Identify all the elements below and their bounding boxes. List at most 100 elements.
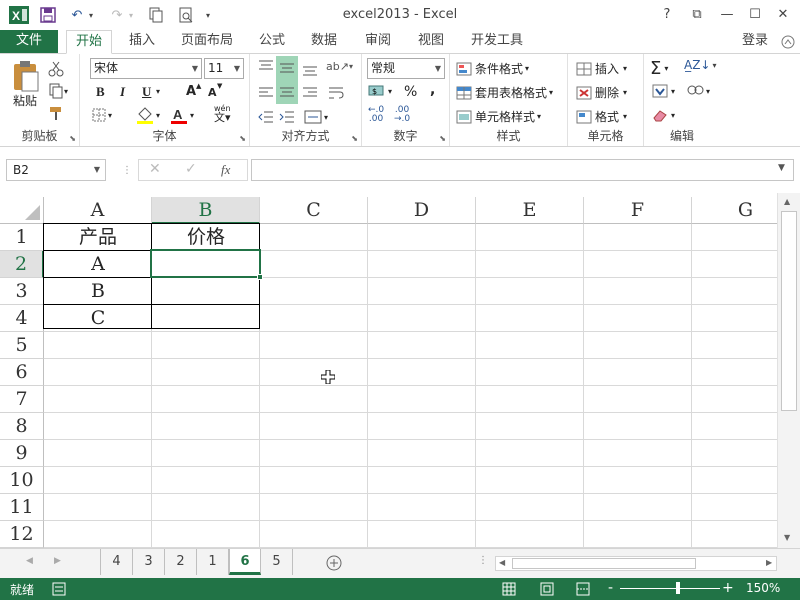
comma-style-button[interactable]: , (430, 82, 435, 98)
column-header-f[interactable]: F (584, 197, 692, 224)
grid-cell[interactable] (476, 359, 584, 386)
borders-icon[interactable]: ▾ (92, 108, 112, 122)
sheet-tab-4[interactable]: 4 (101, 549, 133, 575)
insert-function-button[interactable]: fx (221, 162, 230, 178)
grid-cell[interactable] (368, 386, 476, 413)
grid-cell[interactable] (44, 332, 152, 359)
grid-cell[interactable] (152, 359, 260, 386)
increase-decimal-button[interactable]: ←.0.00 (368, 106, 384, 124)
decrease-indent-icon[interactable] (258, 110, 274, 124)
grid-cell[interactable] (260, 359, 368, 386)
insert-cells-button[interactable]: 插入 ▾ (576, 60, 627, 77)
tab-file[interactable]: 文件 (0, 30, 58, 54)
row-header-9[interactable]: 9 (0, 440, 44, 467)
column-header-d[interactable]: D (368, 197, 476, 224)
grid-cell[interactable] (476, 278, 584, 305)
tab-developer[interactable]: 开发工具 (466, 30, 528, 54)
worksheet-grid[interactable]: A B C D E F G 1 2 3 4 5 6 7 8 9 10 11 12 产品 价格 A B … (0, 193, 800, 548)
paste-button[interactable]: 粘贴 (8, 60, 42, 116)
shrink-font-button[interactable]: A (208, 86, 217, 99)
splitter-icon[interactable]: ⋮ (122, 165, 132, 176)
grid-cell[interactable] (152, 440, 260, 467)
new-sheet-icon[interactable] (326, 555, 342, 574)
find-select-icon[interactable]: ▾ (686, 84, 710, 98)
close-button[interactable]: ✕ (770, 4, 796, 26)
grid-cell[interactable] (368, 224, 476, 251)
grid-cell[interactable] (368, 521, 476, 548)
macro-record-icon[interactable] (52, 582, 66, 599)
column-header-a[interactable]: A (44, 197, 152, 224)
grid-cell[interactable] (44, 413, 152, 440)
next-sheet-icon[interactable]: ▶ (54, 556, 61, 566)
bottom-align-icon[interactable] (302, 62, 318, 76)
column-header-c[interactable]: C (260, 197, 368, 224)
row-header-3[interactable]: 3 (0, 278, 44, 305)
grid-cell[interactable] (260, 224, 368, 251)
cancel-icon[interactable]: ✕ (149, 161, 161, 177)
grid-cell[interactable] (260, 278, 368, 305)
grid-cell[interactable] (260, 467, 368, 494)
grid-cell[interactable] (584, 332, 692, 359)
percent-style-button[interactable]: % (404, 84, 417, 100)
top-align-icon[interactable] (258, 60, 274, 74)
align-right-icon[interactable] (302, 86, 318, 100)
font-size-select[interactable]: 11 ▼ (204, 58, 244, 79)
row-header-2[interactable]: 2 (0, 251, 44, 278)
grid-cell[interactable] (584, 278, 692, 305)
scroll-up-icon[interactable]: ▲ (784, 197, 790, 206)
row-header-6[interactable]: 6 (0, 359, 44, 386)
name-box[interactable]: B2 ▼ (6, 159, 106, 181)
collapse-ribbon-icon[interactable] (778, 30, 798, 54)
grid-cell[interactable] (368, 494, 476, 521)
tab-splitter-icon[interactable]: ⋮ (478, 555, 488, 566)
autosum-icon[interactable]: Σ ▾ (650, 58, 668, 79)
phonetic-guide-button[interactable]: wén 文▾ (214, 104, 231, 123)
help-button[interactable]: ? (654, 4, 680, 26)
grid-cell[interactable] (368, 359, 476, 386)
sheet-tab-3[interactable]: 3 (133, 549, 165, 575)
grid-cell[interactable] (260, 521, 368, 548)
prev-sheet-icon[interactable]: ◀ (26, 556, 33, 566)
grid-cell[interactable] (476, 413, 584, 440)
grid-cell[interactable] (584, 386, 692, 413)
vertical-scrollbar[interactable]: ▲ ▼ (777, 193, 800, 548)
sort-filter-icon[interactable]: A̲Z↓ ▾ (684, 58, 717, 72)
grid-cell[interactable] (476, 521, 584, 548)
fill-handle[interactable] (257, 274, 263, 280)
font-color-icon[interactable]: A ▾ (170, 106, 194, 124)
grid-cell[interactable] (584, 305, 692, 332)
minimize-button[interactable]: — (714, 4, 740, 26)
scroll-right-icon[interactable]: ▶ (766, 558, 772, 567)
conditional-formatting-button[interactable]: 条件格式 ▾ (456, 60, 529, 77)
cut-icon[interactable] (48, 60, 68, 78)
cell-a2[interactable]: A (44, 251, 152, 278)
grid-cell[interactable] (44, 359, 152, 386)
grid-cell[interactable] (584, 251, 692, 278)
horizontal-scroll-thumb[interactable] (512, 558, 696, 569)
number-format-select[interactable]: 常规 ▼ (367, 58, 445, 79)
grid-cell[interactable] (368, 413, 476, 440)
clear-icon[interactable]: ▾ (652, 108, 675, 122)
sheet-tab-6[interactable]: 6 (229, 549, 261, 575)
tab-insert[interactable]: 插入 (122, 30, 162, 54)
decrease-decimal-button[interactable]: .00 →.0 (394, 106, 410, 124)
number-launcher-icon[interactable]: ⬊ (439, 134, 446, 143)
zoom-slider-thumb[interactable] (676, 582, 680, 594)
active-cell-b2[interactable] (150, 249, 261, 278)
grid-cell[interactable] (152, 494, 260, 521)
grid-cell[interactable] (368, 440, 476, 467)
row-header-10[interactable]: 10 (0, 467, 44, 494)
grid-cell[interactable] (44, 386, 152, 413)
zoom-slider[interactable] (620, 588, 720, 589)
grid-cell[interactable] (584, 359, 692, 386)
grid-cell[interactable] (476, 305, 584, 332)
zoom-level[interactable]: 150% (746, 581, 780, 595)
row-header-12[interactable]: 12 (0, 521, 44, 548)
grid-cell[interactable] (476, 494, 584, 521)
column-header-e[interactable]: E (476, 197, 584, 224)
grid-cell[interactable] (152, 305, 260, 332)
grid-cell[interactable] (260, 440, 368, 467)
grid-cell[interactable] (152, 413, 260, 440)
ribbon-display-options-button[interactable]: ⧉ (684, 4, 710, 26)
grid-cell[interactable] (584, 413, 692, 440)
